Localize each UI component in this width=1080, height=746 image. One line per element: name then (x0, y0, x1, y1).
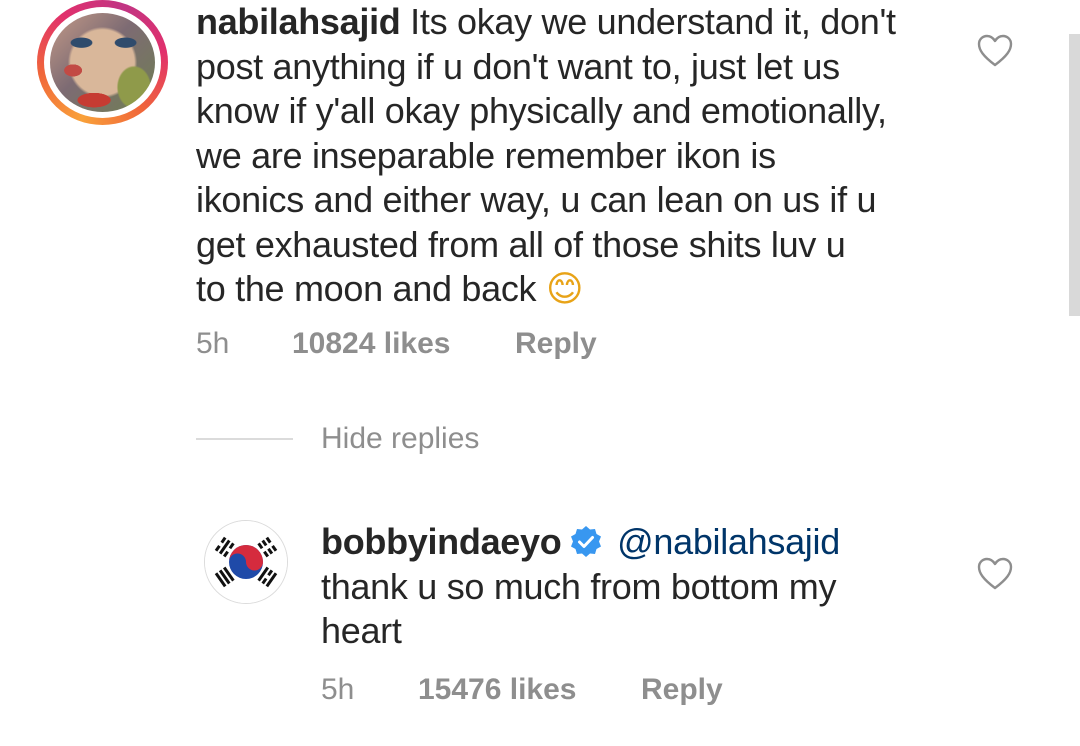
comment-time: 5h (196, 327, 230, 360)
reply-line-2: thank u so much from bottom my (321, 565, 837, 607)
smiling-face-emoji: 😊 (545, 269, 584, 310)
comment-text: Its okay we understand it, don't (410, 1, 896, 42)
comment-body: nabilahsajid Its okay we understand it, … (196, 0, 956, 313)
reply-username[interactable]: bobbyindaeyo (321, 521, 562, 562)
reply-likes[interactable]: 15476 likes (418, 673, 576, 707)
reply-avatar[interactable] (204, 520, 288, 604)
comment-text-last: to the moon and back (196, 268, 537, 309)
reply-time: 5h (321, 673, 355, 706)
reply-body: bobbyindaeyo @nabilahsajid thank u so mu… (321, 520, 941, 654)
comment-line-3: know if y'all okay physically and emotio… (196, 90, 887, 131)
verified-badge-icon (569, 525, 603, 559)
comment-line-4: we are inseparable remember ikon is (196, 134, 776, 176)
heart-outline-icon[interactable] (977, 557, 1013, 591)
reply-button[interactable]: Reply (641, 673, 723, 707)
reply-button[interactable]: Reply (515, 327, 597, 361)
mention-link[interactable]: @nabilahsajid (617, 521, 840, 562)
comment-likes[interactable]: 10824 likes (292, 327, 450, 361)
hide-replies-button[interactable]: Hide replies (321, 422, 479, 456)
south-korea-flag-icon (205, 521, 287, 603)
reply-line-1: bobbyindaeyo @nabilahsajid (321, 520, 941, 565)
scrollbar[interactable] (1069, 34, 1080, 316)
comment-line-2: post anything if u don't want to, just l… (196, 45, 840, 87)
replies-divider (196, 438, 293, 440)
avatar-photo (50, 13, 155, 112)
comment-line-1: nabilahsajid Its okay we understand it, … (196, 0, 956, 45)
comment-line-7: to the moon and back 😊 (196, 267, 956, 313)
heart-outline-icon[interactable] (977, 34, 1013, 68)
comment-username[interactable]: nabilahsajid (196, 1, 401, 42)
reply-line-3: heart (321, 610, 402, 651)
commenter-avatar[interactable] (37, 0, 168, 125)
comment-line-6: get exhausted from all of those shits lu… (196, 223, 846, 265)
comment-line-5: ikonics and either way, u can lean on us… (196, 179, 877, 220)
